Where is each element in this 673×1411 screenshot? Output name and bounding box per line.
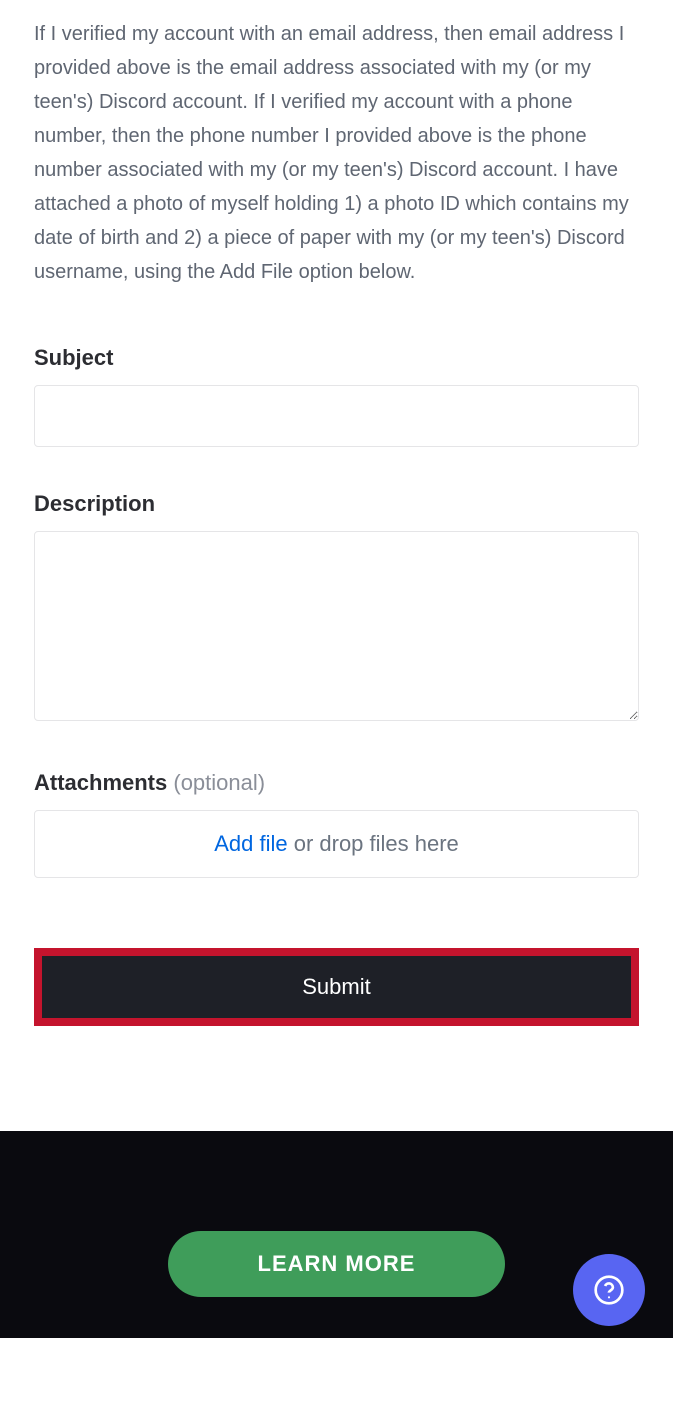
submit-button[interactable]: Submit: [42, 956, 631, 1018]
attachments-optional-text: (optional): [173, 770, 265, 795]
attachments-field-group: Attachments (optional) Add file or drop …: [34, 770, 639, 878]
help-icon: [593, 1274, 625, 1306]
description-input[interactable]: [34, 531, 639, 721]
drop-files-text: or drop files here: [288, 831, 459, 856]
learn-more-button[interactable]: LEARN MORE: [168, 1231, 506, 1297]
attachments-label-text: Attachments: [34, 770, 167, 795]
attachments-dropzone[interactable]: Add file or drop files here: [34, 810, 639, 878]
subject-label: Subject: [34, 345, 639, 371]
description-label: Description: [34, 491, 639, 517]
subject-input[interactable]: [34, 385, 639, 447]
page-footer: LEARN MORE: [0, 1131, 673, 1338]
submit-highlight-border: Submit: [34, 948, 639, 1026]
description-field-group: Description: [34, 491, 639, 726]
help-fab-button[interactable]: [573, 1254, 645, 1326]
add-file-link[interactable]: Add file: [214, 831, 287, 856]
attachments-label: Attachments (optional): [34, 770, 639, 796]
verification-statement: If I verified my account with an email a…: [34, 17, 639, 289]
subject-field-group: Subject: [34, 345, 639, 447]
